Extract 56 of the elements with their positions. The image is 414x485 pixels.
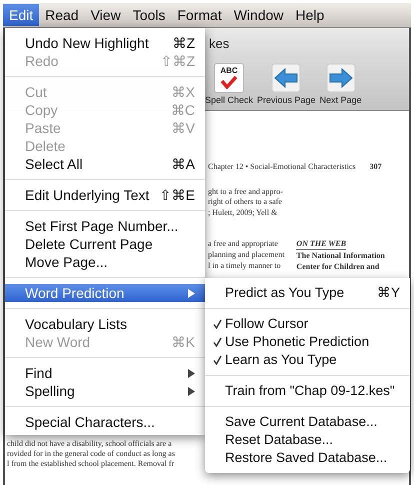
menu-item[interactable]: Reset Database... bbox=[205, 431, 410, 449]
menu-item[interactable]: Save Current Database... bbox=[205, 413, 410, 431]
menu-item[interactable]: Special Characters... bbox=[5, 413, 205, 431]
shortcut-text: ⌘X bbox=[172, 83, 195, 101]
menu-item[interactable]: Restore Saved Database... bbox=[205, 449, 410, 467]
menu-item[interactable]: Delete Current Page bbox=[5, 235, 205, 253]
body-text-line: child did not have a disability, school officials are a bbox=[7, 439, 172, 449]
toolbar-button-label[interactable]: Spell Check bbox=[205, 95, 254, 105]
menu-item[interactable]: Train from "Chap 09-12.kes" bbox=[205, 382, 410, 400]
body-text-line: a free and appropriate bbox=[208, 238, 278, 249]
checkmark-icon bbox=[220, 75, 238, 89]
menu-item[interactable]: Word Prediction bbox=[5, 284, 205, 302]
icon-text: ABC bbox=[220, 66, 238, 75]
shortcut-text: ⌘Y bbox=[376, 284, 400, 302]
menu-bar-item[interactable]: Edit bbox=[3, 4, 40, 26]
menu-item[interactable]: Edit Underlying Text ⇧⌘E bbox=[5, 186, 205, 204]
menu-item[interactable]: Learn as You Type bbox=[205, 351, 410, 369]
shortcut-text: ⌘K bbox=[172, 333, 195, 351]
menu-bar-item[interactable]: Help bbox=[290, 4, 330, 26]
menu-bar-item[interactable]: Window bbox=[228, 4, 290, 26]
window-title: kes bbox=[209, 36, 230, 50]
menu-item[interactable]: Spelling bbox=[5, 382, 205, 400]
shortcut-text: ⌘C bbox=[170, 101, 195, 119]
body-text-line: l from the established school placement. Removal fr bbox=[7, 459, 174, 469]
menu-bar-item[interactable]: Tools bbox=[126, 4, 172, 26]
menu-item[interactable]: Undo New Highlight ⌘Z bbox=[5, 34, 205, 52]
running-header: Chapter 12 • Social-Emotional Characteristics bbox=[208, 162, 356, 172]
menu-item[interactable]: Follow Cursor bbox=[205, 315, 410, 333]
shortcut-text: ⌘Z bbox=[172, 34, 195, 52]
menu-item[interactable]: Find bbox=[5, 364, 205, 382]
menu-item[interactable]: Predict as You Type ⌘Y bbox=[205, 284, 410, 302]
body-text-line: l in a timely manner to bbox=[208, 260, 281, 271]
menu-bar-item[interactable]: View bbox=[84, 4, 127, 26]
menu-item[interactable]: Set First Page Number... bbox=[5, 217, 205, 235]
menu-bar-item[interactable]: Read bbox=[39, 4, 85, 26]
menu-item[interactable]: Use Phonetic Prediction bbox=[205, 333, 410, 351]
menu-item[interactable]: Move Page... bbox=[5, 253, 205, 271]
menu-item[interactable]: Vocabulary Lists bbox=[5, 315, 205, 333]
menu-bar-item[interactable]: Format bbox=[171, 4, 228, 26]
body-text-line: planning and placement bbox=[208, 249, 284, 260]
page-number: 307 bbox=[370, 162, 382, 172]
body-text-line: right of others to a safe bbox=[208, 197, 282, 208]
menu-item[interactable]: Select All ⌘A bbox=[5, 155, 205, 173]
shortcut-text: ⇧⌘Z bbox=[160, 52, 195, 70]
toolbar-button-label[interactable]: Next Page bbox=[320, 95, 362, 105]
shortcut-text: ⌘A bbox=[172, 155, 195, 173]
shortcut-text: ⇧⌘E bbox=[160, 186, 195, 204]
body-text-line: rovided for in the general code of conduct as long as bbox=[7, 449, 175, 459]
sidebar-heading: ON THE WEB bbox=[296, 238, 346, 250]
toolbar-button-label[interactable]: Previous Page bbox=[257, 95, 316, 105]
spell-check-icon[interactable]: ABC bbox=[214, 63, 244, 93]
shortcut-text: ⌘V bbox=[172, 119, 195, 137]
sidebar-text-line: The National Information bbox=[296, 250, 385, 261]
body-text-line: ght to a free and appro- bbox=[208, 186, 283, 197]
sidebar-text-line: Center for Children and bbox=[296, 261, 380, 272]
body-text-line: ; Hulett, 2009; Yell & bbox=[208, 208, 278, 218]
